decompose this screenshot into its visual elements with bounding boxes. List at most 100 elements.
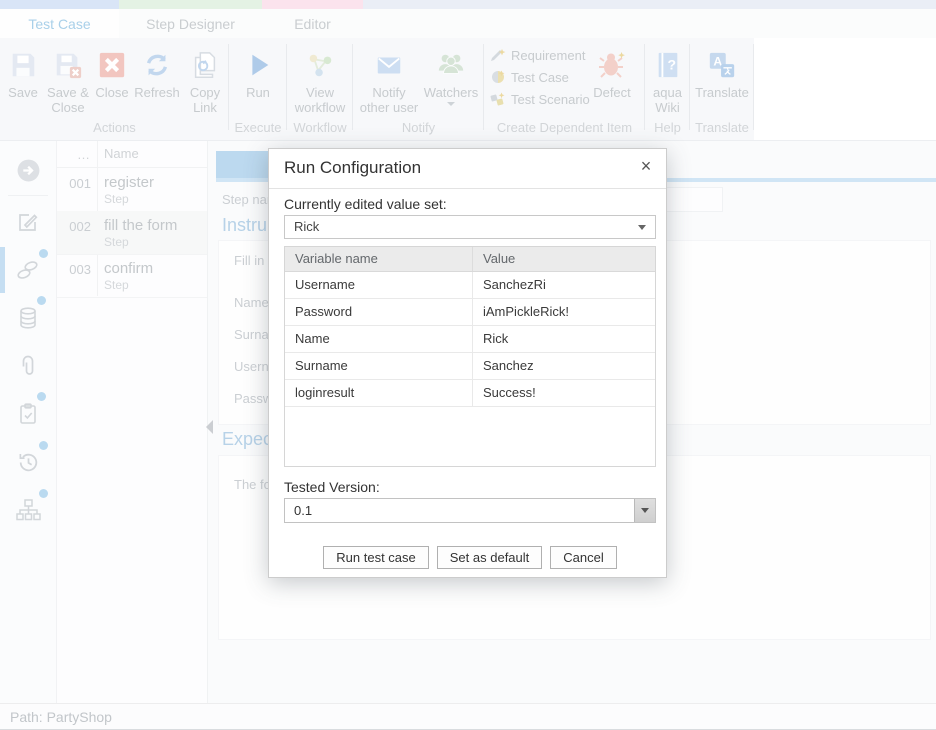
view-workflow-button[interactable]: View workflow	[288, 38, 352, 115]
group-label-notify: Notify	[353, 120, 484, 135]
create-test-case-item[interactable]: Test Case	[490, 69, 569, 85]
variable-name-cell: Password	[285, 299, 472, 325]
col-variable-name: Variable name	[285, 247, 472, 271]
variable-value-cell[interactable]: Success!	[472, 380, 655, 406]
dialog-body: Currently edited value set: Rick Variabl…	[284, 189, 656, 569]
run-configuration-dialog: Run Configuration × Currently edited val…	[268, 148, 667, 578]
value-set-select[interactable]: Rick	[284, 215, 656, 239]
history-clock-icon	[16, 450, 41, 475]
badge-dot	[39, 249, 48, 258]
set-as-default-button[interactable]: Set as default	[437, 546, 543, 569]
ribbon-group-notify: Notify other user Watchers Notify	[353, 38, 484, 140]
badge-dot	[39, 489, 48, 498]
run-button[interactable]: Run	[235, 38, 281, 100]
refresh-label: Refresh	[134, 85, 180, 100]
save-button[interactable]: Save	[2, 38, 44, 100]
tested-version-label: Tested Version:	[284, 479, 656, 495]
variable-value-cell[interactable]: Sanchez	[472, 353, 655, 379]
group-label-translate: Translate	[690, 120, 754, 135]
notify-envelope-icon	[374, 47, 404, 83]
variable-value-cell[interactable]: Rick	[472, 326, 655, 352]
close-label: Close	[95, 85, 128, 100]
svg-text:?: ?	[667, 57, 676, 73]
create-test-scenario-label: Test Scenario	[511, 92, 590, 107]
sidebar-item-attachments[interactable]	[0, 342, 56, 390]
dialog-close-button[interactable]: ×	[636, 156, 656, 177]
red-x-close-icon	[97, 47, 127, 83]
sidebar-item-edit[interactable]	[0, 198, 56, 246]
panel-collapse-arrow[interactable]	[206, 420, 213, 434]
group-label-execute: Execute	[229, 120, 287, 135]
translate-button[interactable]: A Translate	[692, 38, 752, 100]
group-label-workflow: Workflow	[287, 120, 353, 135]
group-label-help: Help	[645, 120, 690, 135]
status-bar: Path: PartyShop	[0, 703, 936, 730]
sitemap-icon	[15, 497, 41, 523]
variables-table: Variable name Value Username SanchezRi P…	[284, 246, 656, 467]
sidebar-item-collapse[interactable]	[0, 146, 56, 194]
sidebar-item-steps[interactable]	[0, 246, 56, 294]
notify-other-user-button[interactable]: Notify other user	[357, 38, 421, 115]
steps-list-header: … Name	[57, 141, 207, 168]
translate-label: Translate	[695, 85, 749, 100]
tested-version-combo[interactable]: 0.1	[284, 498, 656, 523]
floppy-save-close-icon	[53, 47, 83, 83]
create-test-case-label: Test Case	[511, 70, 569, 85]
tab-editor[interactable]: Editor	[262, 9, 363, 38]
step-name: confirm	[104, 260, 153, 277]
badge-dot	[37, 296, 46, 305]
variable-row[interactable]: Password iAmPickleRick!	[285, 299, 655, 326]
create-test-scenario-item[interactable]: Test Scenario	[490, 91, 590, 107]
cancel-button[interactable]: Cancel	[550, 546, 616, 569]
group-separator	[753, 44, 754, 130]
step-number: 003	[57, 262, 91, 277]
col-value: Value	[472, 247, 655, 271]
variable-name-cell: loginresult	[285, 380, 472, 406]
requirement-new-icon	[490, 47, 506, 63]
ribbon-group-actions: Save Save & Close Close Refresh	[0, 38, 229, 140]
step-row-3[interactable]: 003 confirm Step	[57, 254, 207, 298]
aqua-wiki-button[interactable]: ? aqua Wiki	[646, 38, 689, 115]
notify-other-user-label: Notify other user	[357, 85, 421, 115]
copy-link-button[interactable]: Copy Link	[182, 38, 228, 115]
aqua-wiki-label: aqua Wiki	[646, 85, 689, 115]
wiki-book-icon: ?	[654, 47, 682, 83]
dialog-buttons: Run test case Set as default Cancel	[284, 546, 656, 569]
variable-value-cell[interactable]: iAmPickleRick!	[472, 299, 655, 325]
step-row-1[interactable]: 001 register Step	[57, 168, 207, 212]
save-close-button[interactable]: Save & Close	[44, 38, 92, 115]
step-number: 002	[57, 219, 91, 234]
tab-step-designer[interactable]: Step Designer	[119, 9, 262, 38]
field-label-username: Usern	[234, 359, 269, 374]
copy-link-pages-icon	[190, 47, 220, 83]
tested-version-dropdown-button[interactable]	[634, 499, 655, 522]
create-requirement-item[interactable]: Requirement	[490, 47, 585, 63]
clipboard-check-icon	[16, 402, 40, 426]
variables-table-header: Variable name Value	[285, 247, 655, 272]
tab-accent-stepdesigner	[119, 0, 262, 9]
test-case-new-icon	[490, 69, 506, 85]
sidebar-item-history[interactable]	[0, 438, 56, 486]
variable-value-cell[interactable]: SanchezRi	[472, 272, 655, 298]
sidebar-item-checklist[interactable]	[0, 390, 56, 438]
close-button[interactable]: Close	[92, 38, 132, 100]
defect-button[interactable]: Defect	[584, 38, 640, 100]
tab-test-case[interactable]: Test Case	[0, 9, 119, 38]
floppy-save-icon	[8, 47, 38, 83]
sidebar-item-data[interactable]	[0, 294, 56, 342]
watchers-button[interactable]: Watchers	[421, 38, 481, 106]
step-row-2[interactable]: 002 fill the form Step	[57, 211, 207, 255]
refresh-button[interactable]: Refresh	[132, 38, 182, 100]
view-workflow-label: View workflow	[288, 85, 352, 115]
variable-row[interactable]: Username SanchezRi	[285, 272, 655, 299]
tab-accent-testcase	[0, 0, 119, 9]
app-window: Test Case Step Designer Editor Save Save…	[0, 0, 936, 730]
copy-link-label: Copy Link	[182, 85, 228, 115]
variable-row[interactable]: Name Rick	[285, 326, 655, 353]
variable-row[interactable]: loginresult Success!	[285, 380, 655, 407]
run-test-case-button[interactable]: Run test case	[323, 546, 429, 569]
step-type: Step	[104, 235, 129, 249]
sidebar-item-hierarchy[interactable]	[0, 486, 56, 534]
field-label-name: Name	[234, 295, 269, 310]
variable-row[interactable]: Surname Sanchez	[285, 353, 655, 380]
